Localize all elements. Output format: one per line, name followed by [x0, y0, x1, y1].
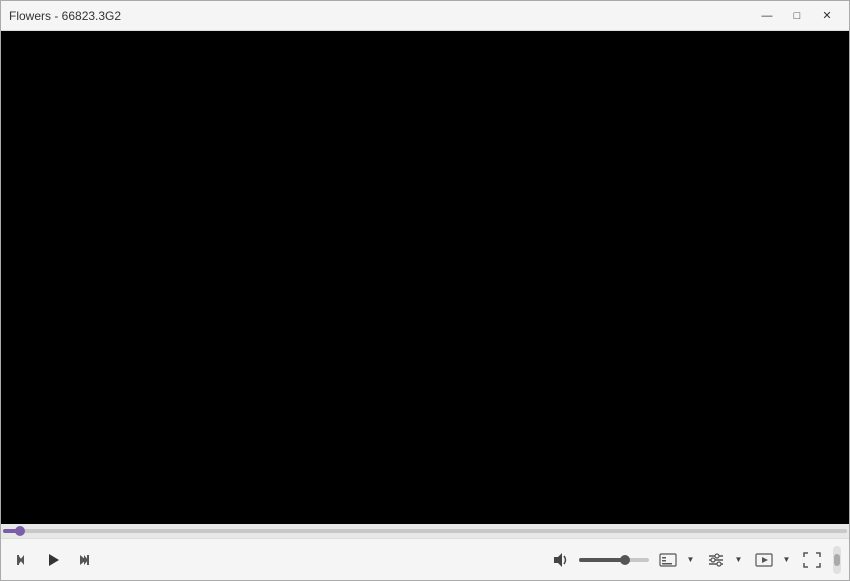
captions-group: ▼ — [653, 546, 697, 574]
maximize-button[interactable]: □ — [783, 6, 811, 26]
video-settings-icon — [755, 553, 773, 567]
volume-icon — [552, 551, 570, 569]
previous-button[interactable] — [9, 546, 37, 574]
window-title: Flowers - 66823.3G2 — [9, 9, 121, 23]
fullscreen-button[interactable] — [797, 546, 827, 574]
close-icon: ✕ — [822, 9, 831, 22]
minimize-icon: — — [762, 10, 773, 22]
play-icon — [45, 552, 61, 568]
volume-section — [547, 546, 649, 574]
captions-dropdown-button[interactable]: ▼ — [683, 546, 697, 574]
right-controls: ▼ ▼ — [547, 546, 841, 574]
captions-dropdown-arrow: ▼ — [687, 555, 695, 564]
next-icon — [76, 553, 90, 567]
minimize-button[interactable]: — — [753, 6, 781, 26]
media-player-window: Flowers - 66823.3G2 — □ ✕ — [0, 0, 850, 581]
video-dropdown-arrow: ▼ — [783, 555, 791, 564]
scrollbar-thumb — [834, 554, 840, 566]
captions-button[interactable] — [653, 546, 683, 574]
volume-fill — [579, 558, 625, 562]
progress-track[interactable] — [3, 529, 847, 533]
captions-icon — [659, 553, 677, 567]
playback-controls — [9, 546, 97, 574]
video-dropdown-button[interactable]: ▼ — [779, 546, 793, 574]
controls-bar: ▼ ▼ — [1, 538, 849, 580]
volume-thumb[interactable] — [620, 555, 630, 565]
audio-button[interactable] — [701, 546, 731, 574]
video-group: ▼ — [749, 546, 793, 574]
audio-dropdown-arrow: ▼ — [735, 555, 743, 564]
title-bar: Flowers - 66823.3G2 — □ ✕ — [1, 1, 849, 31]
audio-dropdown-button[interactable]: ▼ — [731, 546, 745, 574]
audio-group: ▼ — [701, 546, 745, 574]
next-button[interactable] — [69, 546, 97, 574]
play-button[interactable] — [39, 546, 67, 574]
progress-thumb[interactable] — [15, 526, 25, 536]
audio-tracks-icon — [707, 553, 725, 567]
video-settings-button[interactable] — [749, 546, 779, 574]
previous-icon — [16, 553, 30, 567]
volume-button[interactable] — [547, 546, 575, 574]
window-controls: — □ ✕ — [753, 6, 841, 26]
maximize-icon: □ — [794, 10, 801, 22]
scrollbar[interactable] — [833, 546, 841, 574]
video-display[interactable] — [1, 31, 849, 524]
fullscreen-icon — [803, 552, 821, 568]
progress-bar-container — [1, 524, 849, 538]
volume-slider[interactable] — [579, 558, 649, 562]
close-button[interactable]: ✕ — [813, 6, 841, 26]
